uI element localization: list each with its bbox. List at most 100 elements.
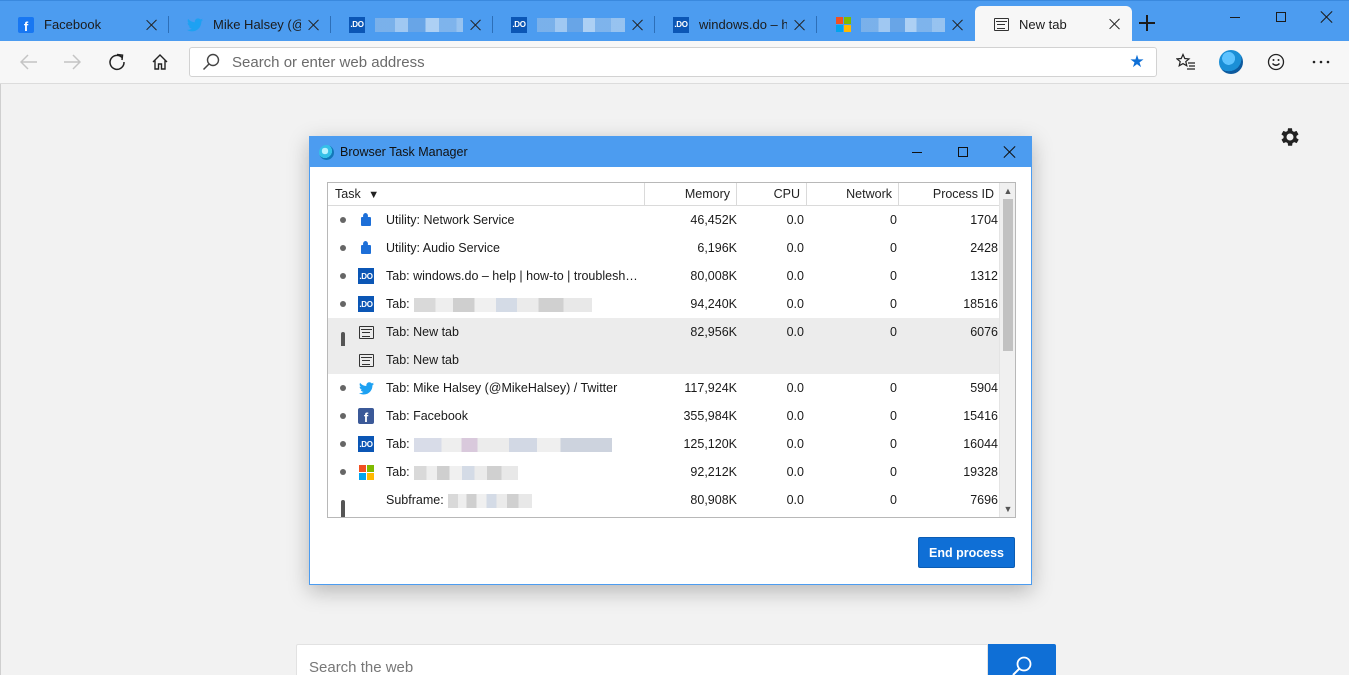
task-name: Tab: New tab: [386, 325, 459, 339]
favorite-star-icon[interactable]: ★: [1126, 52, 1148, 72]
favorites-button[interactable]: [1170, 47, 1202, 77]
bullet: [340, 217, 346, 223]
table-row[interactable]: .DO Tab: 125,120K 0.0 0 16044: [328, 430, 1000, 458]
column-header-task[interactable]: Task ▼: [335, 183, 643, 206]
tab-title: windows.do – help: [699, 17, 787, 32]
process-id-value: 15416: [963, 409, 998, 423]
windowsdo-icon: .DO: [358, 268, 374, 284]
memory-value: 94,240K: [690, 297, 737, 311]
close-tab-icon[interactable]: [951, 18, 965, 32]
scrollbar-thumb[interactable]: [1003, 199, 1013, 351]
windowsdo-icon: .DO: [511, 16, 527, 33]
cpu-value: 0.0: [786, 325, 804, 339]
tab-facebook[interactable]: f Facebook: [0, 7, 169, 42]
windowsdo-icon: .DO: [349, 16, 365, 33]
column-header-process-id[interactable]: Process ID: [898, 183, 1000, 206]
network-value: 0: [890, 213, 897, 227]
memory-value: 6,196K: [697, 241, 737, 255]
table-row[interactable]: Subframe: 80,908K 0.0 0 7696: [328, 486, 1000, 517]
dialog-titlebar[interactable]: Browser Task Manager: [310, 137, 1031, 167]
table-row[interactable]: .DO Tab: 94,240K 0.0 0 18516: [328, 290, 1000, 318]
bullet: [340, 301, 346, 307]
tab-windowsdo-2[interactable]: .DO: [493, 7, 655, 42]
scroll-down-icon[interactable]: ▼: [1003, 503, 1013, 515]
close-icon: [1319, 10, 1333, 24]
task-manager-dialog: Browser Task Manager Task ▼ Memory CPU N…: [309, 136, 1032, 585]
close-tab-icon[interactable]: [469, 18, 483, 32]
table-row[interactable]: f Tab: Facebook 355,984K 0.0 0 15416: [328, 402, 1000, 430]
process-id-value: 5904: [970, 381, 998, 395]
tab-title: [375, 17, 463, 33]
bullet: [340, 245, 346, 251]
tab-twitter[interactable]: Mike Halsey (@Mi: [169, 7, 331, 42]
close-tab-icon[interactable]: [307, 18, 321, 32]
tab-title: Mike Halsey (@Mi: [213, 17, 301, 32]
web-search-button[interactable]: [988, 644, 1056, 675]
profile-button[interactable]: [1215, 47, 1247, 77]
cpu-value: 0.0: [786, 493, 804, 507]
column-header-cpu[interactable]: CPU: [736, 183, 806, 206]
dialog-minimize-button[interactable]: [894, 137, 940, 167]
microsoft-icon: [835, 17, 851, 33]
minimize-button[interactable]: [1212, 1, 1258, 33]
network-value: 0: [890, 297, 897, 311]
tab-microsoft[interactable]: [817, 7, 975, 42]
sort-descending-icon: ▼: [368, 189, 380, 201]
smiley-icon: [1267, 53, 1285, 71]
vertical-scrollbar[interactable]: ▲ ▼: [999, 183, 1015, 517]
new-tab-button[interactable]: [1137, 13, 1157, 33]
bullet: [340, 441, 346, 447]
network-value: 0: [890, 325, 897, 339]
new-tab-icon: [358, 324, 374, 340]
back-arrow-icon: [20, 54, 37, 70]
close-window-button[interactable]: [1303, 1, 1349, 33]
task-name: Utility: Network Service: [386, 213, 515, 227]
back-button[interactable]: [13, 47, 45, 77]
table-row[interactable]: Utility: Network Service 46,452K 0.0 0 1…: [328, 206, 1000, 234]
memory-value: 125,120K: [683, 437, 737, 451]
dialog-close-button[interactable]: [986, 137, 1032, 167]
close-tab-icon[interactable]: [1108, 17, 1122, 31]
page-settings-button[interactable]: [1277, 124, 1303, 150]
close-icon: [1002, 145, 1016, 159]
table-row[interactable]: Tab: New tab: [328, 346, 1000, 374]
cpu-value: 0.0: [786, 409, 804, 423]
scroll-up-icon[interactable]: ▲: [1003, 185, 1013, 197]
memory-value: 117,924K: [684, 381, 737, 395]
tab-windowsdo-help[interactable]: .DO windows.do – help: [655, 7, 817, 42]
table-row[interactable]: Tab: Mike Halsey (@MikeHalsey) / Twitter…: [328, 374, 1000, 402]
address-bar[interactable]: ★: [189, 47, 1157, 77]
memory-value: 80,008K: [690, 269, 737, 283]
web-search-box[interactable]: [296, 644, 988, 675]
close-tab-icon[interactable]: [145, 18, 159, 32]
close-tab-icon[interactable]: [631, 18, 645, 32]
maximize-button[interactable]: [1258, 1, 1304, 33]
network-value: 0: [890, 437, 897, 451]
feedback-button[interactable]: [1260, 47, 1292, 77]
column-header-network[interactable]: Network: [806, 183, 898, 206]
forward-button[interactable]: [56, 47, 88, 77]
table-row[interactable]: .DO Tab: windows.do – help | how-to | tr…: [328, 262, 1000, 290]
facebook-icon: f: [18, 16, 34, 33]
table-row[interactable]: Tab: New tab 82,956K 0.0 0 6076: [328, 318, 1000, 360]
end-process-button[interactable]: End process: [918, 537, 1015, 568]
dialog-maximize-button[interactable]: [940, 137, 986, 167]
address-input[interactable]: [232, 53, 1126, 71]
microsoft-icon: [358, 464, 374, 480]
table-row[interactable]: Tab: 92,212K 0.0 0 19328: [328, 458, 1000, 486]
home-button[interactable]: [144, 47, 176, 77]
process-id-value: 7696: [970, 493, 998, 507]
cpu-value: 0.0: [786, 465, 804, 479]
settings-more-button[interactable]: [1305, 47, 1337, 77]
tab-new-tab[interactable]: New tab: [975, 6, 1132, 42]
table-row[interactable]: Utility: Audio Service 6,196K 0.0 0 2428: [328, 234, 1000, 262]
refresh-button[interactable]: [101, 47, 133, 77]
tab-windowsdo-1[interactable]: .DO: [331, 7, 493, 42]
tab-title: Facebook: [44, 17, 102, 32]
minimize-icon: [912, 151, 922, 153]
tab-title: New tab: [1019, 16, 1067, 32]
web-search-input[interactable]: [297, 649, 987, 675]
column-header-memory[interactable]: Memory: [644, 183, 736, 206]
close-tab-icon[interactable]: [793, 18, 807, 32]
task-name: Tab:: [386, 290, 644, 318]
